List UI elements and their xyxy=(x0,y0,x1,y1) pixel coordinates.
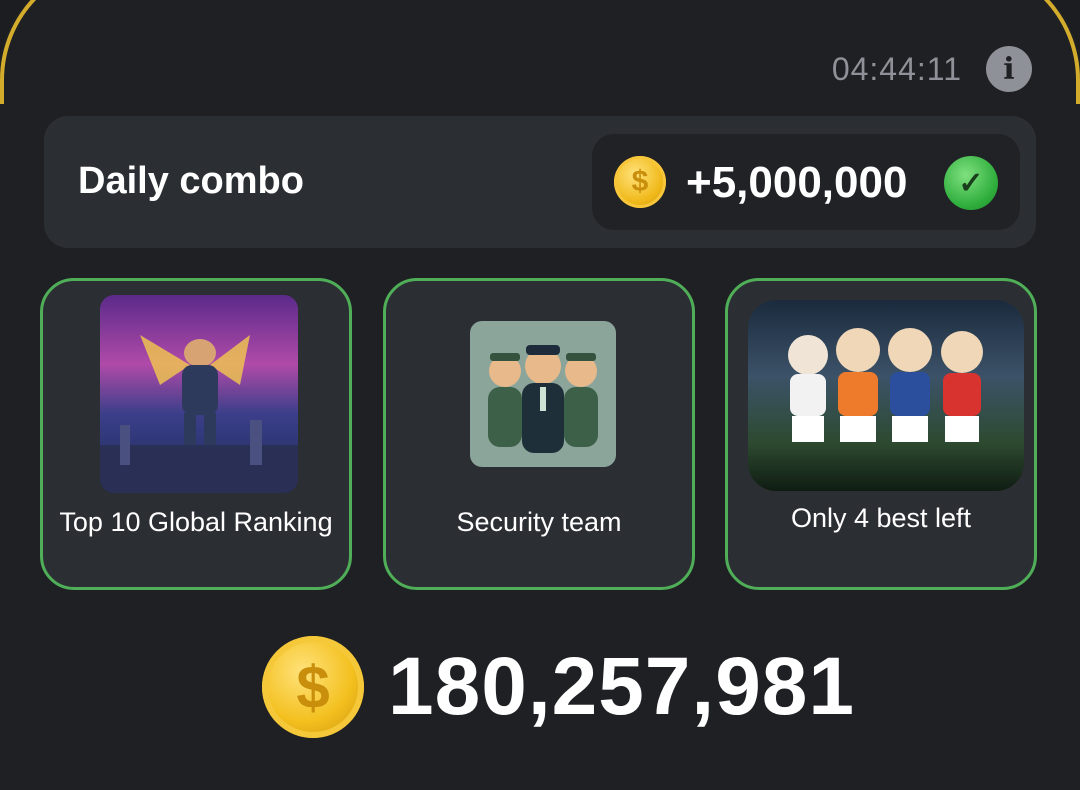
card-image-security-team xyxy=(470,321,616,467)
daily-combo-title: Daily combo xyxy=(78,160,304,202)
timer-row: 04:44:11 i xyxy=(832,46,1032,92)
coin-icon: $ xyxy=(614,156,666,208)
balance-amount: 180,257,981 xyxy=(388,641,856,732)
combo-reward-amount: +5,000,000 xyxy=(686,158,908,207)
combo-reward-pill: $ +5,000,000 ✓ xyxy=(592,134,1020,230)
combo-timer: 04:44:11 xyxy=(831,50,962,87)
check-icon: ✓ xyxy=(944,156,998,210)
card-image-global-ranking xyxy=(100,295,298,493)
card-label: Only 4 best left xyxy=(790,503,972,533)
daily-combo-bar: Daily combo $ +5,000,000 ✓ xyxy=(44,116,1036,248)
combo-card-2[interactable]: Security team xyxy=(383,278,695,590)
balance-row: $ 180,257,981 xyxy=(262,636,855,738)
card-label: Top 10 Global Ranking xyxy=(59,507,333,537)
card-label: Security team xyxy=(456,507,622,537)
card-image-only-4-best xyxy=(748,300,1024,491)
info-icon[interactable]: i xyxy=(986,46,1032,92)
combo-card-1[interactable]: Top 10 Global Ranking xyxy=(40,278,352,590)
coin-icon: $ xyxy=(262,636,364,738)
combo-card-3[interactable]: Only 4 best left xyxy=(725,278,1037,590)
